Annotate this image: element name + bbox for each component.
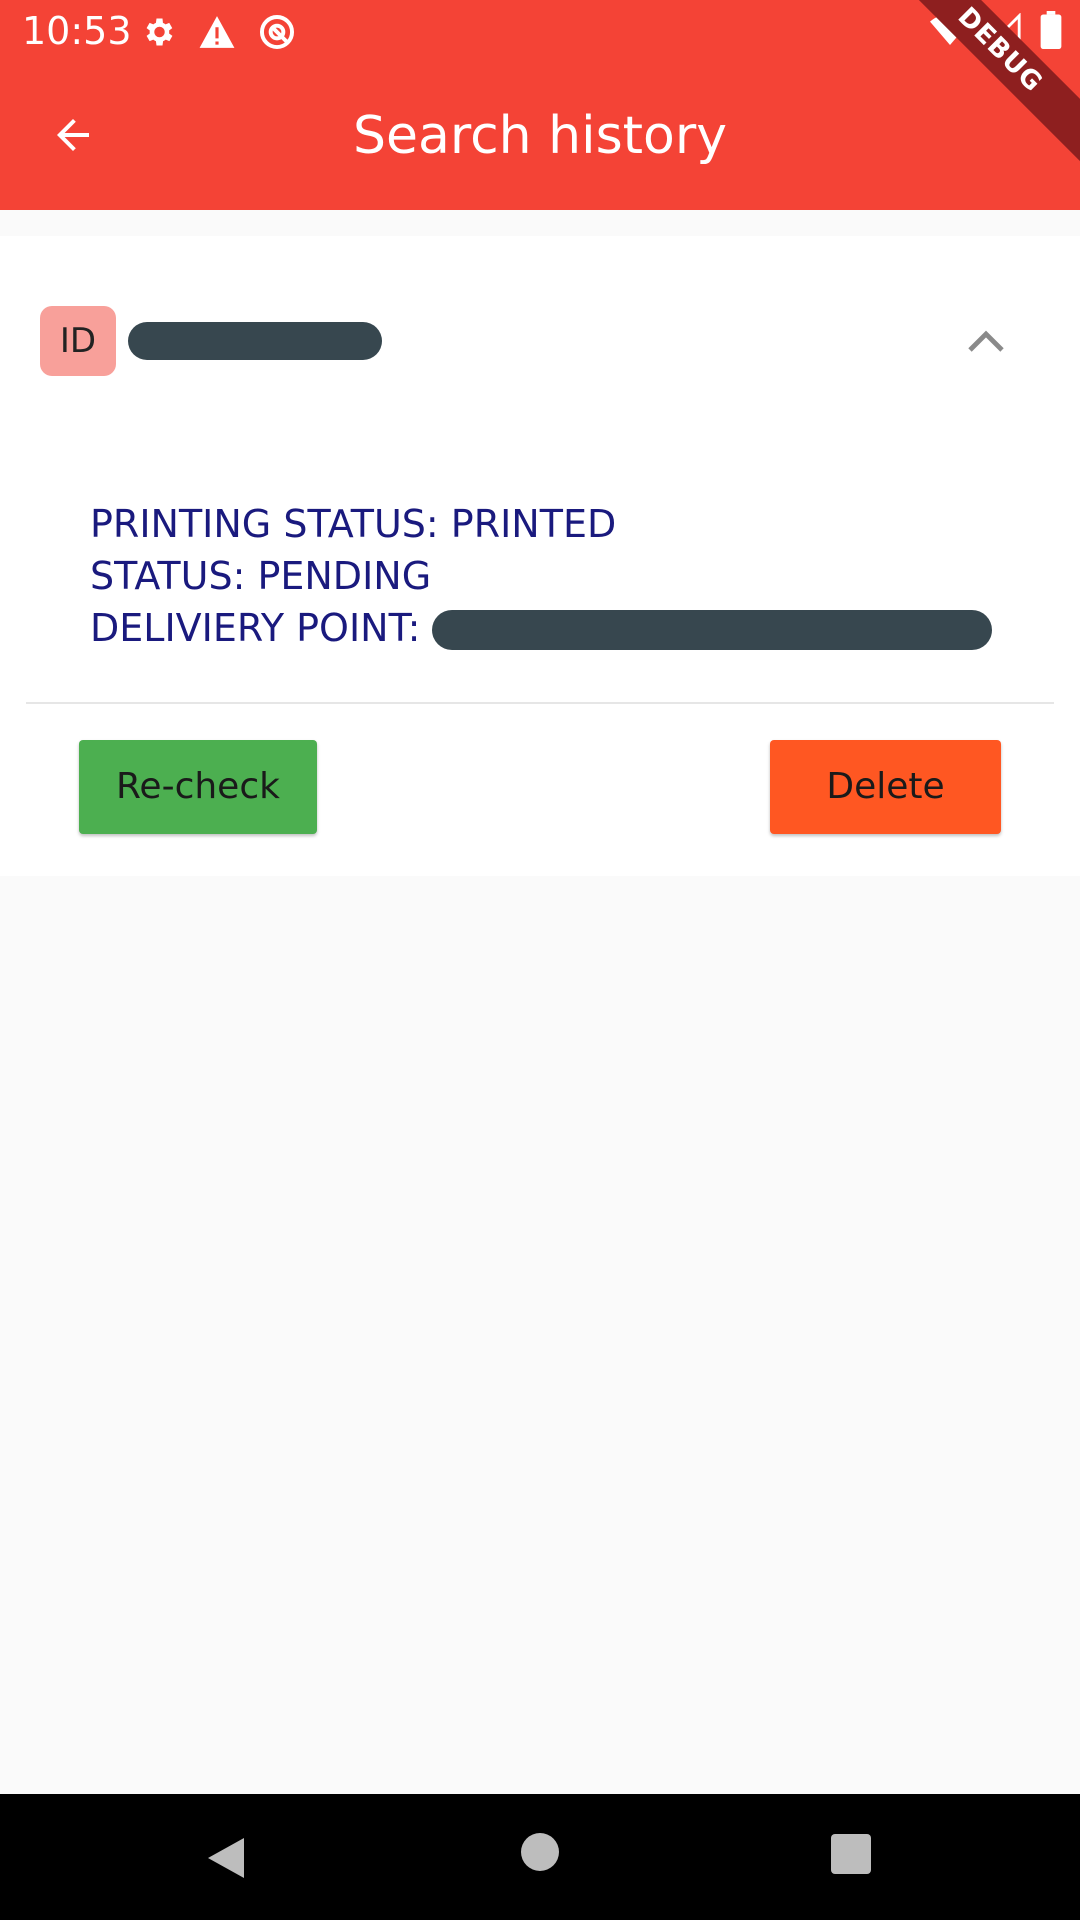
status: STATUS: PENDING <box>90 554 432 598</box>
app-bar: 10:53 DEBUG Search history <box>0 0 1080 210</box>
nav-recents-button[interactable] <box>831 1834 871 1878</box>
status-icons-left <box>140 12 296 52</box>
printing-status: PRINTING STATUS: PRINTED <box>90 502 617 546</box>
nav-home-button[interactable] <box>520 1832 560 1876</box>
divider <box>26 702 1054 704</box>
history-card: ID PRINTING STATUS: PRINTED STATUS: PEND… <box>0 236 1080 876</box>
delivery-point-label: DELIVIERY POINT: <box>90 606 421 650</box>
recheck-button[interactable]: Re-check <box>79 740 317 834</box>
nav-recents-icon <box>831 1834 871 1874</box>
nav-back-icon <box>208 1838 244 1878</box>
warning-icon <box>198 14 236 50</box>
nav-home-icon <box>521 1833 559 1871</box>
redacted-delivery-point <box>432 610 992 650</box>
system-nav-bar <box>0 1794 1080 1920</box>
chevron-up-icon <box>968 330 1004 352</box>
redacted-id-value <box>128 322 382 360</box>
nav-back-button[interactable] <box>204 1834 248 1886</box>
id-badge: ID <box>40 306 116 376</box>
delivery-point: DELIVIERY POINT: <box>90 602 1030 654</box>
battery-icon <box>1040 11 1062 53</box>
do-not-disturb-icon <box>258 13 296 51</box>
settings-icon <box>140 14 176 50</box>
details-block: PRINTING STATUS: PRINTED STATUS: PENDING… <box>90 498 1030 654</box>
delete-button[interactable]: Delete <box>770 740 1001 834</box>
page-title: Search history <box>352 106 728 166</box>
collapse-button[interactable] <box>962 320 1010 360</box>
status-time: 10:53 <box>22 9 132 53</box>
